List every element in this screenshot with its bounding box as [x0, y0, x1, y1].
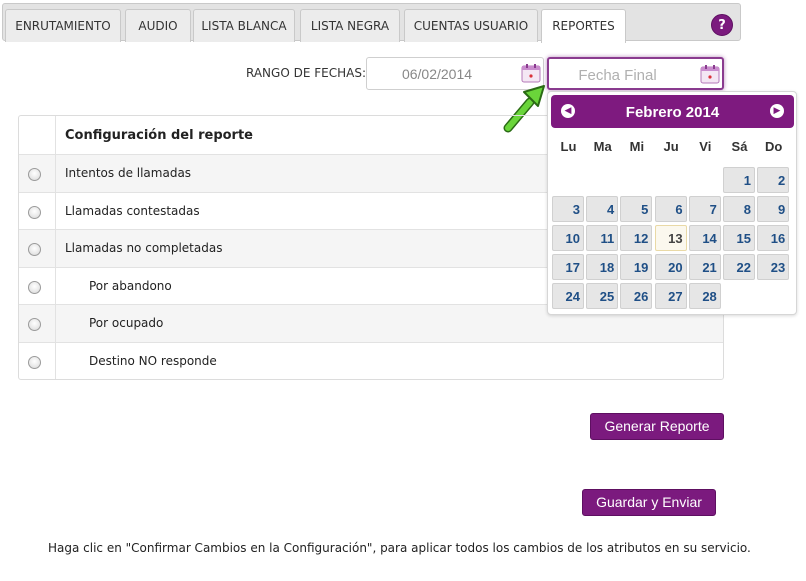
weekday-label: Vi [699, 139, 712, 154]
table-header: Configuración del reporte [65, 128, 253, 143]
row-label: Llamadas no completadas [65, 241, 223, 255]
calendar-day[interactable]: 18 [586, 254, 619, 280]
tab-reportes[interactable]: REPORTES [541, 9, 626, 43]
calendar-day[interactable]: 5 [620, 196, 653, 222]
calendar-day[interactable]: 6 [654, 196, 687, 222]
calendar-day[interactable]: 8 [723, 196, 755, 222]
end-date-placeholder: Fecha Final [578, 67, 657, 84]
weekday-label: Ma [593, 139, 612, 154]
calendar-day[interactable]: 9 [757, 196, 790, 222]
tab-lista-negra[interactable]: LISTA NEGRA [300, 9, 400, 42]
calendar-day[interactable]: 17 [552, 254, 584, 280]
help-icon[interactable]: ? [711, 14, 733, 36]
row-label: Por abandono [89, 278, 172, 293]
row-label: Intentos de llamadas [65, 166, 192, 180]
calendar-day[interactable]: 14 [688, 225, 721, 251]
radio-button[interactable] [28, 318, 41, 331]
tab-audio[interactable]: AUDIO [125, 9, 191, 42]
calendar-day[interactable]: 23 [757, 254, 790, 280]
radio-button[interactable] [28, 168, 41, 181]
tab-cuentas-usuario[interactable]: CUENTAS USUARIO [404, 9, 538, 42]
calendar-header: ◀ Febrero 2014 ▶ [551, 95, 794, 128]
weekday-label: Ju [663, 139, 679, 154]
footer-note: Haga clic en "Confirmar Cambios en la Co… [48, 541, 751, 555]
calendar-day[interactable]: 1 [723, 167, 755, 193]
calendar-day[interactable]: 21 [688, 254, 721, 280]
calendar-day[interactable]: 25 [586, 283, 619, 309]
calendar-day[interactable]: 4 [586, 196, 619, 222]
row-label: Llamadas contestadas [65, 203, 200, 218]
weekday-label: Sá [731, 139, 748, 154]
radio-button[interactable] [28, 280, 41, 294]
next-month-icon[interactable]: ▶ [770, 104, 784, 118]
start-date-value: 06/02/2014 [401, 66, 473, 82]
calendar-icon[interactable] [700, 64, 720, 84]
radio-button[interactable] [28, 205, 41, 219]
weekday-label: Mi [629, 139, 645, 154]
calendar-day[interactable]: 11 [586, 225, 619, 251]
calendar-day[interactable]: 2 [757, 167, 790, 193]
date-range-label: RANGO DE FECHAS: [246, 66, 366, 80]
save-send-button[interactable]: Guardar y Enviar [582, 489, 716, 516]
tab-lista-blanca[interactable]: LISTA BLANCA [193, 9, 295, 42]
end-date-field[interactable]: Fecha Final [547, 57, 724, 90]
calendar-day[interactable]: 16 [757, 225, 790, 251]
radio-button[interactable] [28, 355, 41, 369]
tab-enrutamiento[interactable]: ENRUTAMIENTO [5, 9, 121, 42]
calendar-day[interactable]: 10 [552, 225, 584, 251]
calendar-icon[interactable] [521, 63, 541, 83]
row-label: Destino NO responde [89, 353, 217, 368]
table-row[interactable]: Destino NO responde [19, 341, 723, 379]
calendar-day[interactable]: 7 [688, 196, 721, 222]
calendar-day[interactable]: 27 [654, 283, 687, 309]
weekday-label: Lu [560, 139, 577, 154]
tab-bar: ENRUTAMIENTO AUDIO LISTA BLANCA LISTA NE… [2, 3, 741, 43]
calendar-day[interactable]: 26 [620, 283, 653, 309]
calendar-day[interactable]: 28 [688, 283, 721, 309]
calendar-day[interactable]: 19 [620, 254, 653, 280]
generate-report-button[interactable]: Generar Reporte [590, 413, 724, 440]
calendar-title: Febrero 2014 [625, 104, 720, 121]
radio-button[interactable] [28, 243, 41, 256]
datepicker-calendar: ◀ Febrero 2014 ▶ Lu Ma Mi Ju Vi Sá Do 1 2 3 4 5 6 7 8 9… [547, 91, 797, 315]
weekday-label: Do [765, 139, 783, 154]
calendar-day[interactable]: 24 [552, 283, 584, 309]
calendar-day[interactable]: 3 [552, 196, 584, 222]
calendar-day[interactable]: 22 [723, 254, 755, 280]
calendar-day[interactable]: 12 [620, 225, 653, 251]
calendar-day[interactable]: 20 [654, 254, 687, 280]
row-label: Por ocupado [89, 316, 164, 330]
calendar-day[interactable]: 13 [654, 225, 687, 251]
calendar-day[interactable]: 15 [723, 225, 755, 251]
